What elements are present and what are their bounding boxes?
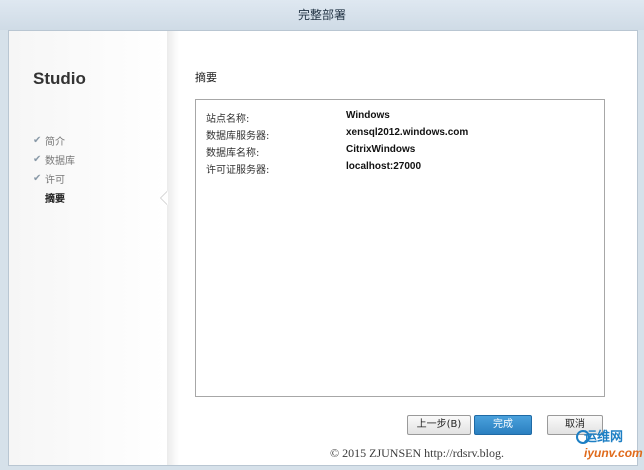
summary-label: 数据库名称: [206,148,260,159]
check-icon: ✔ [33,135,42,146]
summary-label: 站点名称: [206,114,250,125]
check-icon: ✔ [33,154,42,165]
logo-cn-text: 运维网 [584,430,624,445]
check-icon: ✔ [33,173,42,184]
window-title: 完整部署 [297,8,346,22]
studio-brand: Studio [33,69,86,88]
summary-panel: 站点名称: Windows 数据库服务器: xensql2012.windows… [195,99,605,397]
summary-row-db-name: 数据库名称: CitrixWindows [206,144,596,160]
summary-row-db-server: 数据库服务器: xensql2012.windows.com [206,127,596,143]
step-database[interactable]: ✔ 数据库 [33,150,75,169]
summary-row-site: 站点名称: Windows [206,110,596,126]
step-license[interactable]: ✔ 许可 [33,169,75,188]
step-license-label: 许可 [45,175,65,186]
step-database-label: 数据库 [45,156,75,167]
window-titlebar: 完整部署 [0,0,644,30]
finish-button[interactable]: 完成 [474,415,532,435]
summary-label: 数据库服务器: [206,131,270,142]
page-title: 摘要 [195,71,217,84]
summary-row-license-server: 许可证服务器: localhost:27000 [206,161,596,177]
summary-value: CitrixWindows [346,144,416,155]
step-intro[interactable]: ✔ 简介 [33,131,75,150]
sidebar-divider [167,31,179,465]
wizard-sidebar: Studio ✔ 简介 ✔ 数据库 ✔ 许可 摘要 [9,31,167,465]
summary-value: localhost:27000 [346,161,422,172]
step-summary[interactable]: 摘要 [33,188,75,207]
back-button[interactable]: 上一步(B) [407,415,471,435]
active-step-pointer [161,191,168,205]
step-summary-label: 摘要 [45,194,65,205]
wizard-steps: ✔ 简介 ✔ 数据库 ✔ 许可 摘要 [33,131,75,207]
summary-value: xensql2012.windows.com [346,127,469,138]
logo-en-text: iyunv.com [584,446,643,460]
summary-label: 许可证服务器: [206,165,270,176]
deploy-wizard-window: Studio ✔ 简介 ✔ 数据库 ✔ 许可 摘要 摘要 站点名称: Windo… [8,30,638,466]
site-logo: 运维网 iyunv.com [576,424,643,466]
summary-value: Windows [346,110,390,121]
watermark-text: © 2015 ZJUNSEN http://rdsrv.blog. [330,446,505,460]
step-intro-label: 简介 [45,137,65,148]
